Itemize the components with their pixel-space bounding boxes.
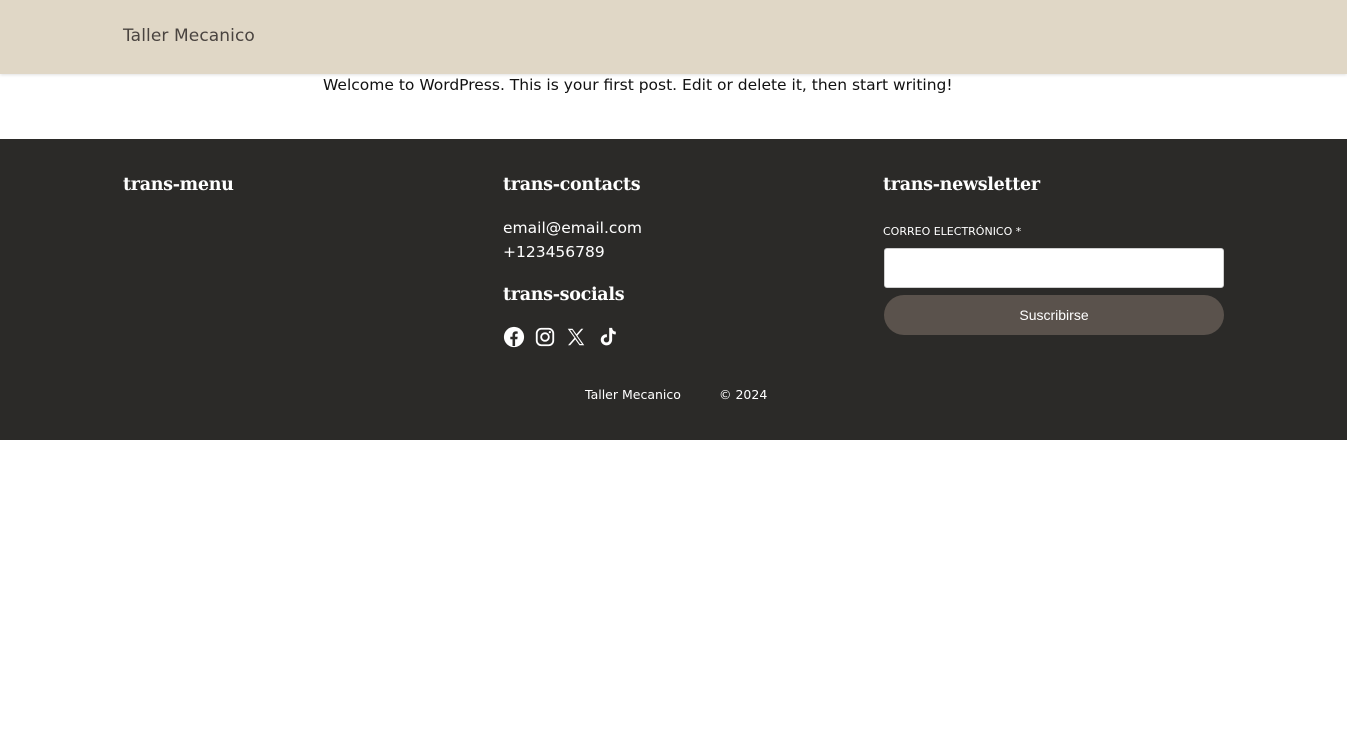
facebook-link[interactable] xyxy=(503,326,525,348)
x-icon xyxy=(565,326,587,348)
newsletter-email-input[interactable] xyxy=(884,248,1224,288)
site-title-link[interactable]: Taller Mecanico xyxy=(123,26,255,46)
copyright-site-name: Taller Mecanico xyxy=(585,387,681,402)
contact-phone: +123456789 xyxy=(503,243,605,261)
social-links xyxy=(503,326,618,348)
site-footer: trans-menu trans-contacts email@email.co… xyxy=(0,139,1347,440)
footer-newsletter-title: trans-newsletter xyxy=(883,175,1040,195)
tiktok-link[interactable] xyxy=(596,326,618,348)
newsletter-email-label: CORREO ELECTRÓNICO * xyxy=(883,225,1022,238)
facebook-icon xyxy=(503,326,525,348)
x-link[interactable] xyxy=(565,326,587,348)
instagram-link[interactable] xyxy=(534,326,556,348)
post-content: Welcome to WordPress. This is your first… xyxy=(323,76,953,94)
site-header: Taller Mecanico xyxy=(0,0,1347,74)
tiktok-icon xyxy=(596,326,618,348)
footer-contacts-title: trans-contacts xyxy=(503,175,641,195)
footer-socials-title: trans-socials xyxy=(503,285,625,305)
subscribe-button[interactable]: Suscribirse xyxy=(884,295,1224,335)
copyright-year: © 2024 xyxy=(719,387,768,402)
contact-email-link[interactable]: email@email.com xyxy=(503,219,642,237)
footer-menu-title: trans-menu xyxy=(123,175,234,195)
instagram-icon xyxy=(534,326,556,348)
